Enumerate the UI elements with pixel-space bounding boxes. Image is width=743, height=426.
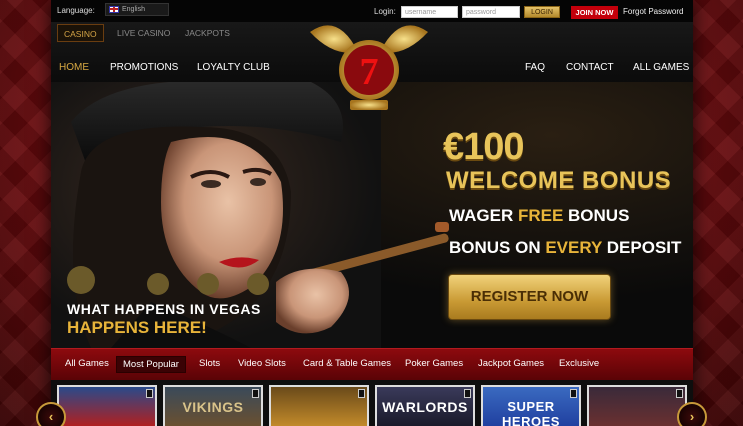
text-highlight: FREE [517, 206, 564, 225]
game-tile[interactable]: VIKINGS [163, 385, 263, 426]
forgot-password-link[interactable]: Forgot Password [623, 7, 683, 16]
game-tile[interactable]: WARLORDS [375, 385, 475, 426]
tab-live-casino[interactable]: LIVE CASINO [111, 24, 176, 42]
tagline-highlight: HAPPENS HERE! [67, 318, 207, 337]
tagline: WHAT HAPPENS IN VEGAS [67, 301, 261, 317]
tab-casino[interactable]: CASINO [57, 24, 104, 42]
bonus-amount: €100 [443, 126, 525, 168]
language-value: English [122, 6, 145, 13]
text: BONUS [563, 206, 630, 225]
bonus-headline: WELCOME BONUS [446, 167, 672, 194]
game-tile[interactable] [587, 385, 687, 426]
category-exclusive[interactable]: Exclusive [559, 358, 599, 369]
text-highlight: EVERY [545, 238, 603, 257]
nav-contact[interactable]: CONTACT [566, 62, 614, 73]
category-card-table[interactable]: Card & Table Games [303, 358, 391, 369]
svg-text:7: 7 [360, 51, 379, 93]
mobile-icon [252, 389, 259, 398]
text: WAGER [449, 206, 518, 225]
category-video-slots[interactable]: Video Slots [238, 358, 286, 369]
language-label: Language: [57, 6, 95, 15]
category-jackpot[interactable]: Jackpot Games [478, 358, 544, 369]
uk-flag-icon [109, 5, 119, 13]
game-title: SUPER HEROES [502, 399, 560, 426]
game-category-bar: All Games Most Popular Slots Video Slots… [51, 348, 693, 380]
mobile-icon [464, 389, 471, 398]
game-title: WARLORDS [382, 399, 468, 415]
game-tile[interactable] [57, 385, 157, 426]
category-all-games[interactable]: All Games [65, 358, 109, 369]
category-most-popular[interactable]: Most Popular [116, 356, 186, 373]
carousel-next-icon[interactable]: › [677, 402, 707, 426]
language-select[interactable]: English [105, 3, 169, 16]
mobile-icon [676, 389, 683, 398]
nav-home[interactable]: HOME [59, 62, 89, 73]
casino-awards-icon [67, 266, 269, 295]
text: BONUS ON [449, 238, 546, 257]
category-slots[interactable]: Slots [199, 358, 220, 369]
tab-jackpots[interactable]: JACKPOTS [179, 24, 236, 42]
nav-promotions[interactable]: PROMOTIONS [110, 62, 178, 73]
mobile-icon [358, 389, 365, 398]
game-title: VIKINGS [182, 399, 244, 415]
password-input[interactable]: password [462, 6, 520, 18]
text: DEPOSIT [602, 238, 682, 257]
game-tile[interactable] [269, 385, 369, 426]
games-carousel: VIKINGS WARLORDS SUPER HEROES [51, 380, 693, 426]
nav-loyalty-club[interactable]: LOYALTY CLUB [197, 62, 270, 73]
casino-logo[interactable]: 7 [308, 12, 430, 122]
login-button[interactable]: LOGIN [524, 6, 560, 18]
category-poker[interactable]: Poker Games [405, 358, 463, 369]
mobile-icon [570, 389, 577, 398]
bonus-line-deposit: BONUS ON EVERY DEPOSIT [449, 238, 681, 258]
nav-all-games[interactable]: ALL GAMES [633, 62, 689, 73]
join-now-button[interactable]: JOIN NOW [571, 6, 618, 19]
register-now-button[interactable]: REGISTER NOW [448, 274, 611, 320]
nav-faq[interactable]: FAQ [525, 62, 545, 73]
carousel-prev-icon[interactable]: ‹ [36, 402, 66, 426]
bonus-line-wager: WAGER FREE BONUS [449, 206, 629, 226]
mobile-icon [146, 389, 153, 398]
game-tile[interactable]: SUPER HEROES [481, 385, 581, 426]
